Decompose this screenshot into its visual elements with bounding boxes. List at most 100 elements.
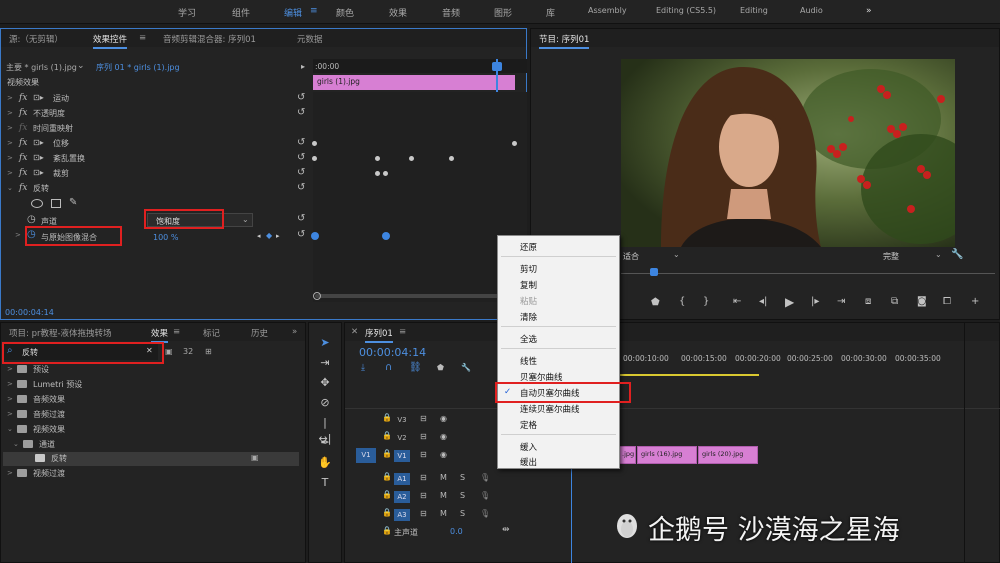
workspace-editing[interactable]: Editing — [740, 6, 768, 15]
linked-selection-icon[interactable]: ⛓ — [409, 362, 422, 373]
menu-item-clear[interactable]: 清除 — [520, 311, 537, 323]
mic-icon[interactable]: 🎙 — [480, 509, 490, 518]
mute-button[interactable]: M — [440, 491, 447, 500]
ellipse-mask-icon[interactable] — [31, 199, 43, 208]
workspace-assembly-cn[interactable]: 组件 — [232, 6, 250, 19]
tree-item-invert[interactable]: 反转 ▣ — [3, 452, 299, 466]
solo-button[interactable]: S — [460, 473, 465, 482]
lock-icon[interactable]: 🔒 — [382, 413, 392, 422]
workspace-learn[interactable]: 学习 — [178, 6, 196, 19]
lock-icon[interactable]: 🔒 — [382, 472, 392, 481]
track-v1[interactable]: 🔒 V1 ⊟ ◉ — [344, 447, 516, 464]
track-select-tool-icon[interactable]: ⇥ — [317, 355, 333, 371]
effect-row-opacity[interactable]: > fx 不透明度 ↺ — [1, 106, 313, 121]
mark-out-icon[interactable]: } — [703, 296, 709, 307]
step-forward-icon[interactable]: |▸ — [811, 296, 819, 307]
yuv-effects-icon[interactable]: ⊞ — [205, 347, 212, 356]
reset-icon[interactable]: ↺ — [297, 92, 305, 103]
reset-icon[interactable]: ↺ — [297, 137, 305, 148]
effect-row-time-remap[interactable]: > fx 时间重映射 — [1, 121, 313, 136]
effect-controls-timecode[interactable]: 00:00:04:14 — [5, 308, 54, 317]
sync-lock-icon[interactable]: ⊟ — [420, 473, 427, 482]
reset-icon[interactable]: ↺ — [297, 152, 305, 163]
menu-item-hold[interactable]: 定格 — [520, 419, 537, 431]
lock-icon[interactable]: 🔒 — [382, 490, 392, 499]
lock-icon[interactable]: 🔒 — [382, 431, 392, 440]
menu-item-cut[interactable]: 剪切 — [520, 263, 537, 275]
workspace-audio[interactable]: Audio — [800, 6, 823, 15]
keyframe[interactable] — [449, 156, 454, 161]
tree-item-presets[interactable]: > 预设 — [7, 363, 299, 377]
accelerated-effects-icon[interactable]: ▣ — [165, 347, 173, 356]
effect-row-motion[interactable]: > fx ⊡▸ 运动 ↺ — [1, 91, 313, 106]
reset-icon[interactable]: ↺ — [297, 182, 305, 193]
type-tool-icon[interactable]: T — [317, 475, 333, 491]
sync-lock-icon[interactable]: ⊟ — [420, 432, 427, 441]
track-a1[interactable]: 🔒 A1 ⊟ M S 🎙 — [344, 470, 516, 487]
track-v2[interactable]: 🔒 V2 ⊟ ◉ — [344, 429, 516, 446]
extract-icon[interactable]: ⧉ — [891, 296, 898, 307]
add-marker-icon[interactable]: ⬟ — [437, 363, 444, 372]
chevron-down-icon[interactable]: ⌄ — [673, 250, 680, 259]
reset-icon[interactable]: ↺ — [297, 213, 305, 224]
snap-icon[interactable]: ∩ — [385, 362, 392, 373]
sync-lock-icon[interactable]: ⊟ — [420, 450, 427, 459]
track-master[interactable]: 🔒 主声道 0.0 ⇹ — [344, 524, 516, 541]
mic-icon[interactable]: 🎙 — [480, 473, 490, 482]
effect-row-invert[interactable]: ⌄ fx 反转 ↺ — [1, 181, 313, 196]
go-to-out-icon[interactable]: ⇥ — [837, 296, 845, 307]
mark-in-icon[interactable]: { — [679, 296, 685, 307]
slip-tool-icon[interactable]: |↔| — [317, 415, 333, 445]
program-playhead[interactable] — [650, 268, 658, 276]
effect-row-turbulent-displace[interactable]: > fx ⊡▸ 紊乱置换 ↺ — [1, 151, 313, 166]
tab-effect-controls[interactable]: 效果控件 — [93, 33, 128, 49]
reset-icon[interactable]: ↺ — [297, 229, 305, 240]
solo-button[interactable]: S — [460, 509, 465, 518]
panel-menu-icon[interactable]: ≡ — [173, 327, 180, 337]
keyframe-selected[interactable] — [311, 232, 319, 240]
keyframe[interactable] — [375, 171, 380, 176]
tree-item-video-transitions[interactable]: > 视频过渡 — [7, 467, 299, 481]
chevron-down-icon[interactable]: ⌄ — [935, 250, 942, 259]
workspace-graphics[interactable]: 图形 — [494, 6, 512, 19]
track-v3[interactable]: 🔒 V3 ⊟ ◉ — [344, 411, 516, 428]
eye-icon[interactable]: ◉ — [440, 450, 447, 459]
program-scrub-bar[interactable] — [621, 273, 995, 274]
pen-mask-icon[interactable]: ✎ — [69, 197, 77, 208]
track-a2[interactable]: 🔒 A2 ⊟ M S 🎙 — [344, 488, 516, 505]
tree-item-channel[interactable]: ⌄ 通道 — [7, 438, 299, 452]
workspace-menu-icon[interactable]: ≡ — [310, 6, 318, 16]
tree-item-audio-effects[interactable]: > 音频效果 — [7, 393, 299, 407]
reset-icon[interactable]: ↺ — [297, 167, 305, 178]
master-dropdown-icon[interactable]: ⌄ — [77, 61, 85, 71]
hand-tool-icon[interactable]: ✋ — [317, 455, 333, 471]
effect-row-crop[interactable]: > fx ⊡▸ 裁剪 ↺ — [1, 166, 313, 181]
menu-item-undo[interactable]: 还原 — [520, 241, 537, 253]
keyframe[interactable] — [383, 171, 388, 176]
eye-icon[interactable]: ◉ — [440, 414, 447, 423]
sync-lock-icon[interactable]: ⊟ — [420, 491, 427, 500]
workspace-libraries[interactable]: 库 — [546, 6, 555, 19]
workspace-assembly[interactable]: Assembly — [588, 6, 627, 15]
tab-sequence[interactable]: 序列01 — [365, 327, 393, 343]
tab-markers[interactable]: 标记 — [203, 327, 220, 339]
lock-icon[interactable]: 🔒 — [382, 449, 392, 458]
add-button-icon[interactable]: + — [971, 296, 979, 307]
tab-source[interactable]: 源:（无剪辑） — [9, 33, 63, 45]
wrench-icon[interactable]: 🔧 — [951, 249, 963, 260]
tree-item-audio-transitions[interactable]: > 音频过渡 — [7, 408, 299, 422]
expand-caret-icon[interactable]: > — [15, 231, 21, 239]
menu-item-paste[interactable]: 粘贴 — [520, 295, 537, 307]
tab-project[interactable]: 项目: pr教程-液体拖拽转场 — [9, 327, 112, 339]
expand-arrow-icon[interactable]: ▸ — [301, 62, 305, 71]
step-back-icon[interactable]: ◂| — [759, 296, 767, 307]
track-a3[interactable]: 🔒 A3 ⊟ M S 🎙 — [344, 506, 516, 523]
tab-history[interactable]: 历史 — [251, 327, 268, 339]
fit-dropdown[interactable]: 适合 — [623, 251, 639, 262]
workspace-overflow-icon[interactable]: » — [866, 6, 872, 16]
effect-playhead-handle[interactable] — [492, 62, 502, 71]
timeline-clip[interactable]: girls (20).jpg — [698, 446, 758, 464]
add-keyframe-icon[interactable]: ◆ — [266, 231, 272, 240]
lift-icon[interactable]: ⧈ — [865, 296, 871, 307]
panel-menu-icon[interactable]: ≡ — [139, 33, 146, 43]
